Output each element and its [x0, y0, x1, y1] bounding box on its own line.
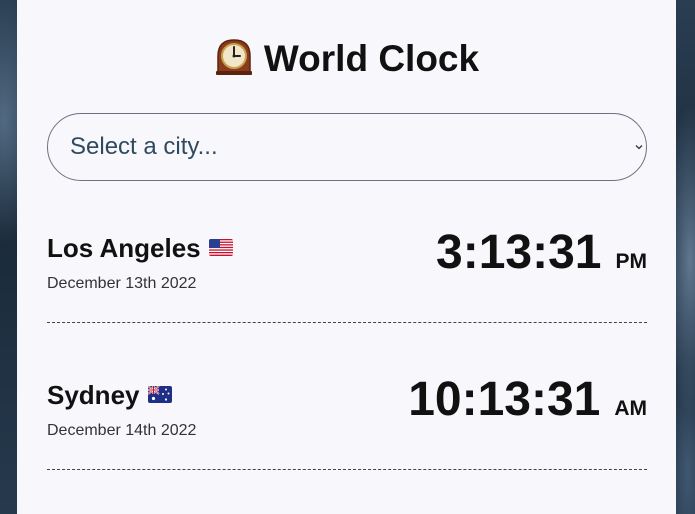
city-time: 10:13:31 AM	[408, 372, 647, 428]
chevron-down-icon	[635, 145, 643, 150]
mantelpiece-clock-icon	[215, 39, 252, 75]
city-time: 3:13:31 PM	[436, 225, 647, 281]
us-flag-icon	[208, 239, 233, 256]
city-name: Los Angeles	[47, 233, 233, 263]
city-row-sydney: Sydney December 14th 2022 10:13:31 AM	[47, 373, 647, 490]
world-clock-card: World Clock Select a city... Los Angeles…	[17, 0, 676, 514]
city-select-value: Select a city...	[70, 133, 218, 160]
divider	[47, 322, 647, 323]
time-ampm: PM	[615, 250, 648, 273]
city-name-text: Sydney	[47, 380, 140, 410]
page-title: World Clock	[17, 36, 676, 82]
australia-flag-icon	[147, 386, 172, 403]
time-ampm: AM	[614, 397, 647, 420]
city-date: December 14th 2022	[47, 422, 197, 439]
city-row-los-angeles: Los Angeles December 13th 2022 3:13:31 PM	[47, 226, 647, 343]
city-name-text: Los Angeles	[47, 233, 201, 263]
time-value: 3:13:31	[436, 226, 602, 279]
city-name: Sydney	[47, 380, 172, 410]
city-select[interactable]: Select a city...	[47, 113, 647, 181]
divider	[47, 469, 647, 470]
city-date: December 13th 2022	[47, 275, 197, 292]
page-title-text: World Clock	[263, 38, 480, 79]
time-value: 10:13:31	[408, 373, 601, 426]
